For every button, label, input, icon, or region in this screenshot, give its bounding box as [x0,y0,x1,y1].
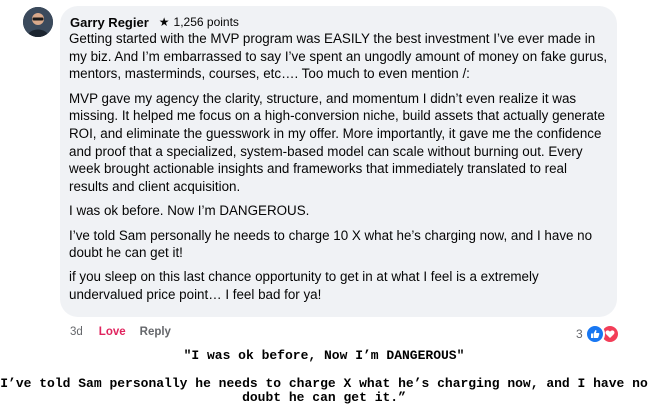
love-reaction-button[interactable]: Love [99,326,126,338]
comment-actions: 3d Love Reply [70,326,171,338]
avatar[interactable] [23,7,53,37]
comment-bubble: Garry Regier ★ 1,256 points Getting star… [60,6,617,317]
reply-button[interactable]: Reply [140,326,171,338]
comment-author[interactable]: Garry Regier [70,15,149,30]
comment-paragraph: I’ve told Sam personally he needs to cha… [69,227,593,261]
comment-paragraph: I was ok before. Now I’m DANGEROUS. [69,203,310,219]
comment-timestamp[interactable]: 3d [70,326,83,338]
reaction-count: 3 [576,327,583,341]
points-badge: ★ 1,256 points [159,15,239,29]
quote-caption: I’ve told Sam personally he needs to cha… [0,376,648,405]
like-icon [584,324,605,344]
comment-body: Getting started with the MVP program was… [69,30,609,310]
quote-caption: "I was ok before, Now I’m DANGEROUS" [183,348,465,363]
comment-paragraph: MVP gave my agency the clarity, structur… [69,90,605,195]
comment-header: Garry Regier ★ 1,256 points [70,12,239,32]
comment-paragraph: Getting started with the MVP program was… [69,31,608,82]
reaction-summary[interactable]: 3 [576,324,620,344]
star-icon: ★ [158,15,170,29]
comment-paragraph: if you sleep on this last chance opportu… [69,269,539,303]
points-value: 1,256 points [173,15,239,29]
